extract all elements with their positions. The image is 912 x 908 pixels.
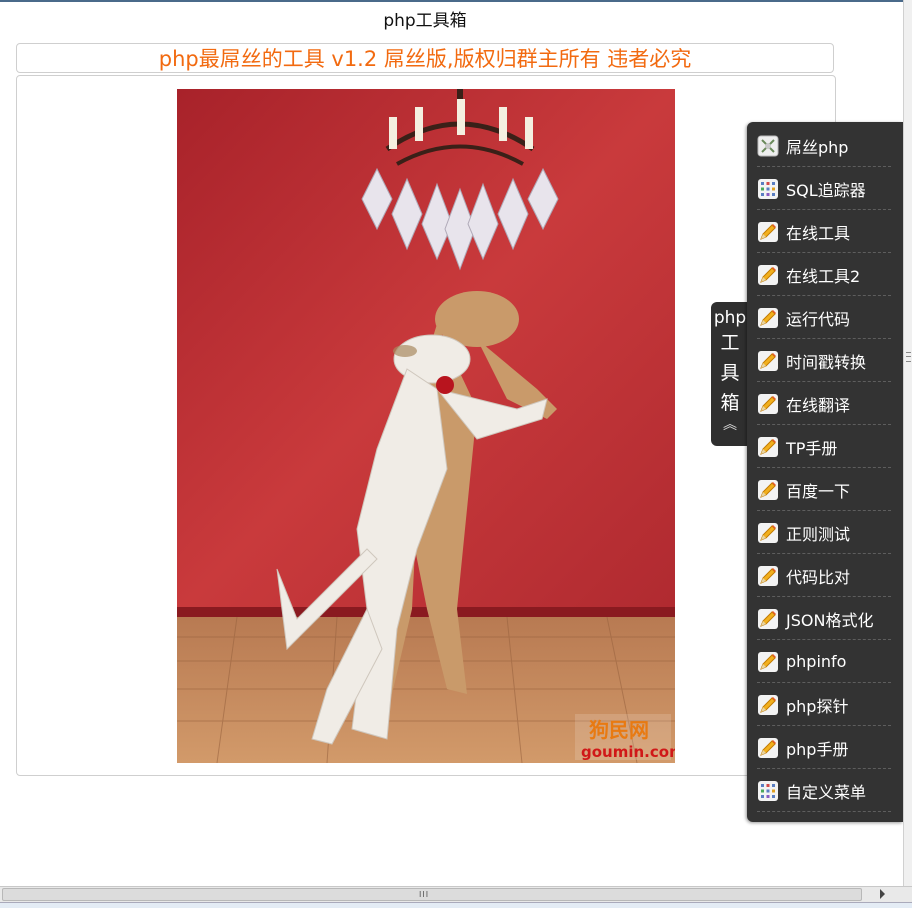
menu-item[interactable]: php手册 <box>757 727 891 769</box>
menu-item-label: 百度一下 <box>786 481 851 501</box>
pencil-icon <box>757 608 779 630</box>
menu-item-label: 在线工具2 <box>786 266 861 286</box>
scroll-right-arrow-icon[interactable] <box>880 889 885 899</box>
menu-item-label: 时间戳转换 <box>786 352 867 372</box>
scroll-grip-icon <box>906 356 911 357</box>
pencil-icon <box>757 307 779 329</box>
menu-item-label: 屌丝php <box>786 137 849 157</box>
pencil-icon <box>757 737 779 759</box>
pencil-icon <box>757 522 779 544</box>
menu-item-label: SQL追踪器 <box>786 180 866 200</box>
toggle-tab-char: 箱 <box>720 392 740 414</box>
pencil-icon <box>757 264 779 286</box>
menu-item[interactable]: 屌丝php <box>757 125 891 167</box>
pencil-icon <box>757 221 779 243</box>
menu-item[interactable]: 在线翻译 <box>757 383 891 425</box>
pencil-icon <box>757 651 779 673</box>
menu-item-label: 在线工具 <box>786 223 851 243</box>
menu-item[interactable]: 自定义菜单 <box>757 770 891 812</box>
pencil-icon <box>757 393 779 415</box>
menu-item-label: phpinfo <box>786 652 847 671</box>
pencil-icon <box>757 350 779 372</box>
watermark-logo: 狗民网 goumin.com <box>575 714 675 761</box>
menu-item[interactable]: TP手册 <box>757 426 891 468</box>
pencil-icon <box>757 694 779 716</box>
menu-item[interactable]: JSON格式化 <box>757 598 891 640</box>
photo-illustration: 狗民网 goumin.com <box>177 89 675 763</box>
pencil-icon <box>757 565 779 587</box>
pencil-icon <box>757 479 779 501</box>
scrollbar-thumb[interactable] <box>2 888 862 901</box>
menu-item[interactable]: 在线工具 <box>757 211 891 253</box>
menu-item-label: 自定义菜单 <box>786 782 867 802</box>
menu-item[interactable]: 在线工具2 <box>757 254 891 296</box>
menu-item-label: 运行代码 <box>786 309 851 329</box>
grid-icon <box>757 178 779 200</box>
toolbox-toggle-tab[interactable]: php 工 具 箱 ︽ <box>711 302 749 446</box>
menu-item-label: TP手册 <box>786 438 838 458</box>
menu-item[interactable]: php探针 <box>757 684 891 726</box>
app-icon <box>757 135 779 157</box>
toolbox-side-menu: 屌丝php SQL追踪器 在线工具在线工具2 运行代码时间戳转换在线翻译 TP手册百度一… <box>747 122 903 822</box>
toggle-tab-char: 工 <box>720 332 740 354</box>
page-title: php工具箱 <box>383 11 467 31</box>
menu-item[interactable]: 百度一下 <box>757 469 891 511</box>
menu-item[interactable]: SQL追踪器 <box>757 168 891 210</box>
menu-item[interactable]: 代码比对 <box>757 555 891 597</box>
toggle-tab-char: 具 <box>720 362 740 384</box>
scroll-grip-icon <box>906 352 911 362</box>
menu-item[interactable]: 运行代码 <box>757 297 891 339</box>
dancing-dogs-photo: 狗民网 goumin.com <box>177 89 675 763</box>
banner-text: php最屌丝的工具 v1.2 屌丝版,版权归群主所有 违者必究 <box>16 43 834 73</box>
grid-icon <box>757 780 779 802</box>
menu-item[interactable]: phpinfo <box>757 641 891 683</box>
pencil-icon <box>757 436 779 458</box>
menu-item-label: php探针 <box>786 696 849 716</box>
collapse-chevron-icon[interactable]: ︽ <box>711 418 749 432</box>
menu-item[interactable]: 时间戳转换 <box>757 340 891 382</box>
menu-item-label: JSON格式化 <box>786 610 874 630</box>
toggle-tab-label: php <box>713 308 747 328</box>
menu-item[interactable]: 正则测试 <box>757 512 891 554</box>
menu-item-label: 代码比对 <box>786 567 851 587</box>
scroll-grip-icon: III <box>419 890 430 899</box>
watermark-cn: 狗民网 <box>589 718 649 742</box>
horizontal-scrollbar[interactable]: III <box>0 886 912 902</box>
menu-item-label: 在线翻译 <box>786 395 851 415</box>
watermark-en: goumin.com <box>581 743 675 761</box>
status-strip <box>0 902 912 908</box>
window-top-border <box>0 0 912 2</box>
menu-item-label: 正则测试 <box>786 524 851 544</box>
vertical-scrollbar[interactable] <box>903 0 912 886</box>
menu-item-label: php手册 <box>786 739 849 759</box>
